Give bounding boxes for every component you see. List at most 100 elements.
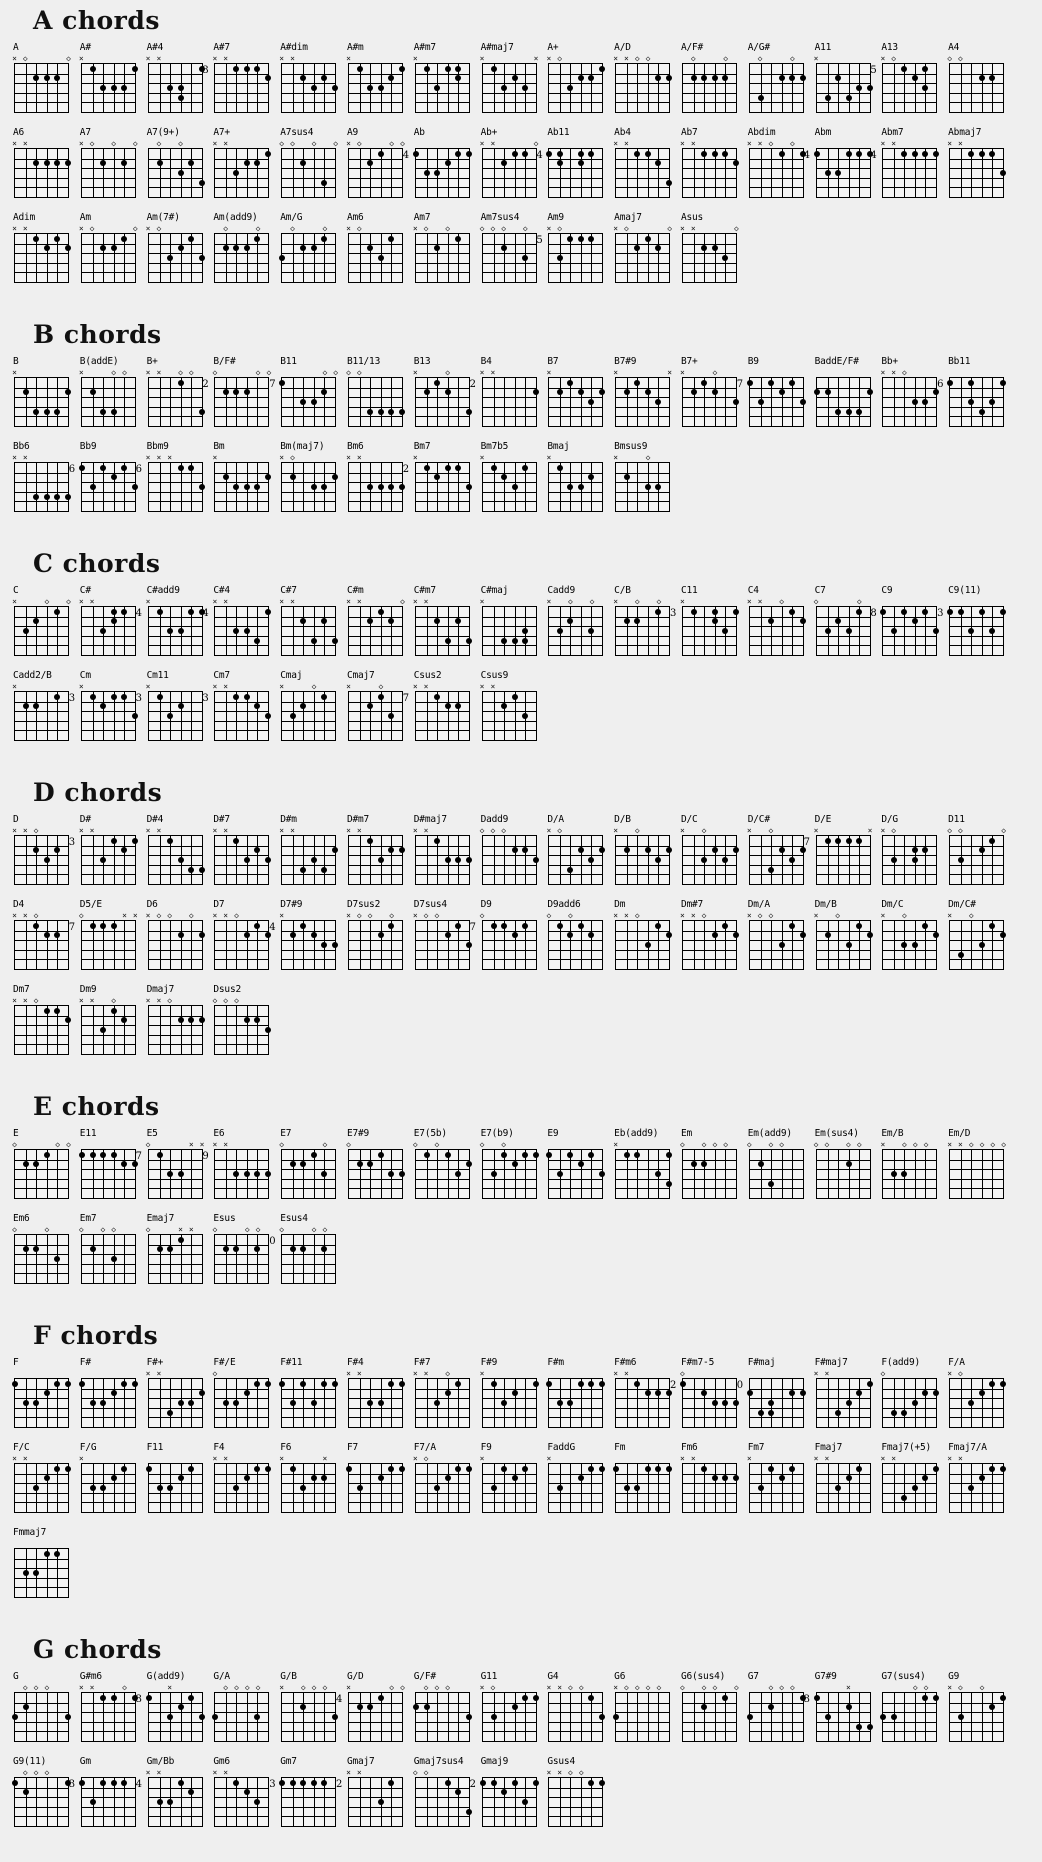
chord-cell[interactable]: Bb+ × × ◇ <box>868 357 940 442</box>
chord-cell[interactable]: Fmmaj7 <box>0 1528 69 1613</box>
chord-cell[interactable]: G11 × ◇ <box>468 1672 539 1757</box>
chord-cell[interactable]: Am9 5 × ◇ <box>534 213 604 298</box>
chord-cell[interactable]: D# 3 × × <box>67 815 138 900</box>
chord-cell[interactable]: Asus × × ◇ <box>668 213 739 298</box>
chord-cell[interactable]: A/G# ◇ ◇ <box>735 43 806 128</box>
chord-cell[interactable]: Amaj7 × ◇ ◇ <box>601 213 672 298</box>
chord-cell[interactable]: Gm 3 <box>67 1757 136 1842</box>
chord-cell[interactable]: A9 × ◇ ◇ ◇ <box>334 128 405 213</box>
chord-cell[interactable]: C4 × × ◇ <box>735 586 806 671</box>
chord-cell[interactable]: F7 <box>334 1443 405 1528</box>
chord-cell[interactable]: Csus2 7 × × <box>401 671 470 756</box>
chord-cell[interactable]: Am7sus4 ◇ ◇ ◇ ◇ <box>468 213 537 298</box>
chord-cell[interactable]: G/A ◇ ◇ ◇ ◇ <box>200 1672 270 1757</box>
chord-cell[interactable]: Gsus4 × × ◇ ◇ <box>534 1757 606 1842</box>
chord-cell[interactable]: E6 9 × × <box>200 1129 272 1214</box>
chord-cell[interactable]: F#4 × × <box>334 1358 405 1443</box>
chord-cell[interactable]: Eb(add9) × <box>601 1129 673 1214</box>
chord-cell[interactable]: Esus4 0 ◇ ◇ ◇ <box>267 1214 337 1299</box>
chord-cell[interactable]: G ◇ ◇ ◇ <box>0 1672 71 1757</box>
chord-cell[interactable]: Abmaj7 × × <box>935 128 1007 213</box>
chord-cell[interactable]: Dm#7 × × ◇ <box>668 900 739 985</box>
chord-cell[interactable]: Dm/C# × ◇ <box>935 900 1007 985</box>
chord-cell[interactable]: F(add9) ◇ <box>868 1358 940 1443</box>
chord-cell[interactable]: A13 5 × ◇ <box>868 43 938 128</box>
chord-cell[interactable]: Cmaj × ◇ <box>267 671 337 756</box>
chord-cell[interactable]: D/C × ◇ <box>668 815 739 900</box>
chord-cell[interactable]: D6 × ◇ ◇ ◇ <box>134 900 205 985</box>
chord-cell[interactable]: A7 × ◇ ◇ ◇ <box>67 128 138 213</box>
chord-cell[interactable]: B9 7 <box>735 357 806 442</box>
chord-cell[interactable]: C/B × ◇ ◇ <box>601 586 671 671</box>
chord-cell[interactable]: G/F# ◇ ◇ ◇ <box>401 1672 472 1757</box>
chord-cell[interactable]: A7(9+) ◇ ◇ <box>134 128 205 213</box>
chord-cell[interactable]: A4 ◇ ◇ <box>935 43 1005 128</box>
chord-cell[interactable]: E9 <box>534 1129 606 1214</box>
chord-cell[interactable]: A# × <box>67 43 138 128</box>
chord-cell[interactable]: Em7 ◇ ◇ ◇ <box>67 1214 136 1299</box>
chord-cell[interactable]: D9add6 ◇ ◇ <box>534 900 604 985</box>
chord-cell[interactable]: G/B × ◇ ◇ ◇ <box>267 1672 339 1757</box>
chord-cell[interactable]: G7(sus4) ◇ ◇ <box>868 1672 940 1757</box>
chord-cell[interactable]: A × ◇ ◇ <box>0 43 71 128</box>
chord-cell[interactable]: Dm × × ◇ <box>601 900 673 985</box>
chord-cell[interactable]: C11 3 × <box>668 586 739 671</box>
chord-cell[interactable]: E7(b9) ◇ ◇ <box>468 1129 539 1214</box>
chord-cell[interactable]: Gmaj7sus4 ◇ ◇ <box>401 1757 472 1842</box>
chord-cell[interactable]: Cadd2/B × <box>0 671 69 756</box>
chord-cell[interactable]: Em/B × ◇ ◇ ◇ <box>868 1129 938 1214</box>
chord-cell[interactable]: G7 ◇ ◇ ◇ <box>735 1672 806 1757</box>
chord-cell[interactable]: B11/13 ◇ ◇ <box>334 357 405 442</box>
chord-cell[interactable]: Gmaj9 2 <box>468 1757 539 1842</box>
chord-cell[interactable]: F9 × <box>468 1443 537 1528</box>
chord-cell[interactable]: F#m <box>534 1358 606 1443</box>
chord-cell[interactable]: BaddE/F# <box>802 357 873 442</box>
chord-cell[interactable]: Gm/Bb 4 × × <box>134 1757 203 1842</box>
chord-cell[interactable]: C# × × <box>67 586 136 671</box>
chord-cell[interactable]: Dm9 × × ◇ <box>67 985 136 1070</box>
chord-cell[interactable]: E7(5b) ◇ ◇ <box>401 1129 472 1214</box>
chord-cell[interactable]: Fmaj7/A × × <box>935 1443 1007 1528</box>
chord-cell[interactable]: Am(7#) × ◇ <box>134 213 205 298</box>
chord-cell[interactable]: A/D × × ◇ ◇ <box>601 43 673 128</box>
chord-cell[interactable]: C#7 × × <box>267 586 339 671</box>
chord-cell[interactable]: G6 × ◇ ◇ ◇ ◇ <box>601 1672 671 1757</box>
chord-cell[interactable]: B7 × <box>534 357 606 442</box>
chord-cell[interactable]: F#m7-5 2 ◇ <box>668 1358 739 1443</box>
chord-cell[interactable]: G6(sus4) ◇ ◇ ◇ ◇ <box>668 1672 739 1757</box>
chord-cell[interactable]: D/G × ◇ <box>868 815 938 900</box>
chord-cell[interactable]: Dsus2 ◇ ◇ ◇ <box>200 985 272 1070</box>
chord-cell[interactable]: D#m × × <box>267 815 339 900</box>
chord-cell[interactable]: F/A × ◇ <box>935 1358 1007 1443</box>
chord-cell[interactable]: F <box>0 1358 71 1443</box>
chord-cell[interactable]: F#9 × <box>468 1358 539 1443</box>
chord-cell[interactable]: C#m × × ◇ <box>334 586 405 671</box>
chord-cell[interactable]: Abdim × × ◇ ◇ <box>735 128 806 213</box>
chord-cell[interactable]: Ab7 × × <box>668 128 739 213</box>
chord-cell[interactable]: F6 × × <box>267 1443 337 1528</box>
chord-cell[interactable]: F#7 × × ◇ <box>401 1358 470 1443</box>
chord-cell[interactable]: C9(11) 3 <box>935 586 1007 671</box>
chord-cell[interactable]: D9 7 ◇ <box>468 900 537 985</box>
chord-cell[interactable]: D/B × ◇ <box>601 815 673 900</box>
chord-cell[interactable]: F#maj 0 <box>735 1358 806 1443</box>
chord-cell[interactable]: D11 ◇ ◇ ◇ <box>935 815 1006 900</box>
chord-cell[interactable]: B+ × × ◇ ◇ <box>134 357 205 442</box>
chord-cell[interactable]: A/F# ◇ ◇ <box>668 43 737 128</box>
chord-cell[interactable]: A#m × <box>334 43 405 128</box>
chord-cell[interactable]: Bb6 × × <box>0 442 71 527</box>
chord-cell[interactable]: A7sus4 ◇ ◇ ◇ ◇ <box>267 128 338 213</box>
chord-cell[interactable]: Em(add9) ◇ ◇ ◇ <box>735 1129 804 1214</box>
chord-cell[interactable]: Am7 × ◇ ◇ <box>401 213 470 298</box>
chord-cell[interactable]: F#+ × × <box>134 1358 205 1443</box>
chord-cell[interactable]: G9 × ◇ ◇ <box>935 1672 1007 1757</box>
chord-cell[interactable]: Bm7 2 × <box>401 442 472 527</box>
chord-cell[interactable]: D#m7 × × <box>334 815 405 900</box>
chord-cell[interactable]: D7sus2 × ◇ ◇ ◇ <box>334 900 403 985</box>
chord-cell[interactable]: Am × ◇ ◇ <box>67 213 138 298</box>
chord-cell[interactable]: D7 × × ◇ <box>200 900 272 985</box>
chord-cell[interactable]: Bbm9 6 × × × <box>134 442 205 527</box>
chord-cell[interactable]: D/A × ◇ <box>534 815 606 900</box>
chord-cell[interactable]: Emaj7 ◇ × × <box>134 1214 203 1299</box>
chord-cell[interactable]: F#m6 × × <box>601 1358 673 1443</box>
